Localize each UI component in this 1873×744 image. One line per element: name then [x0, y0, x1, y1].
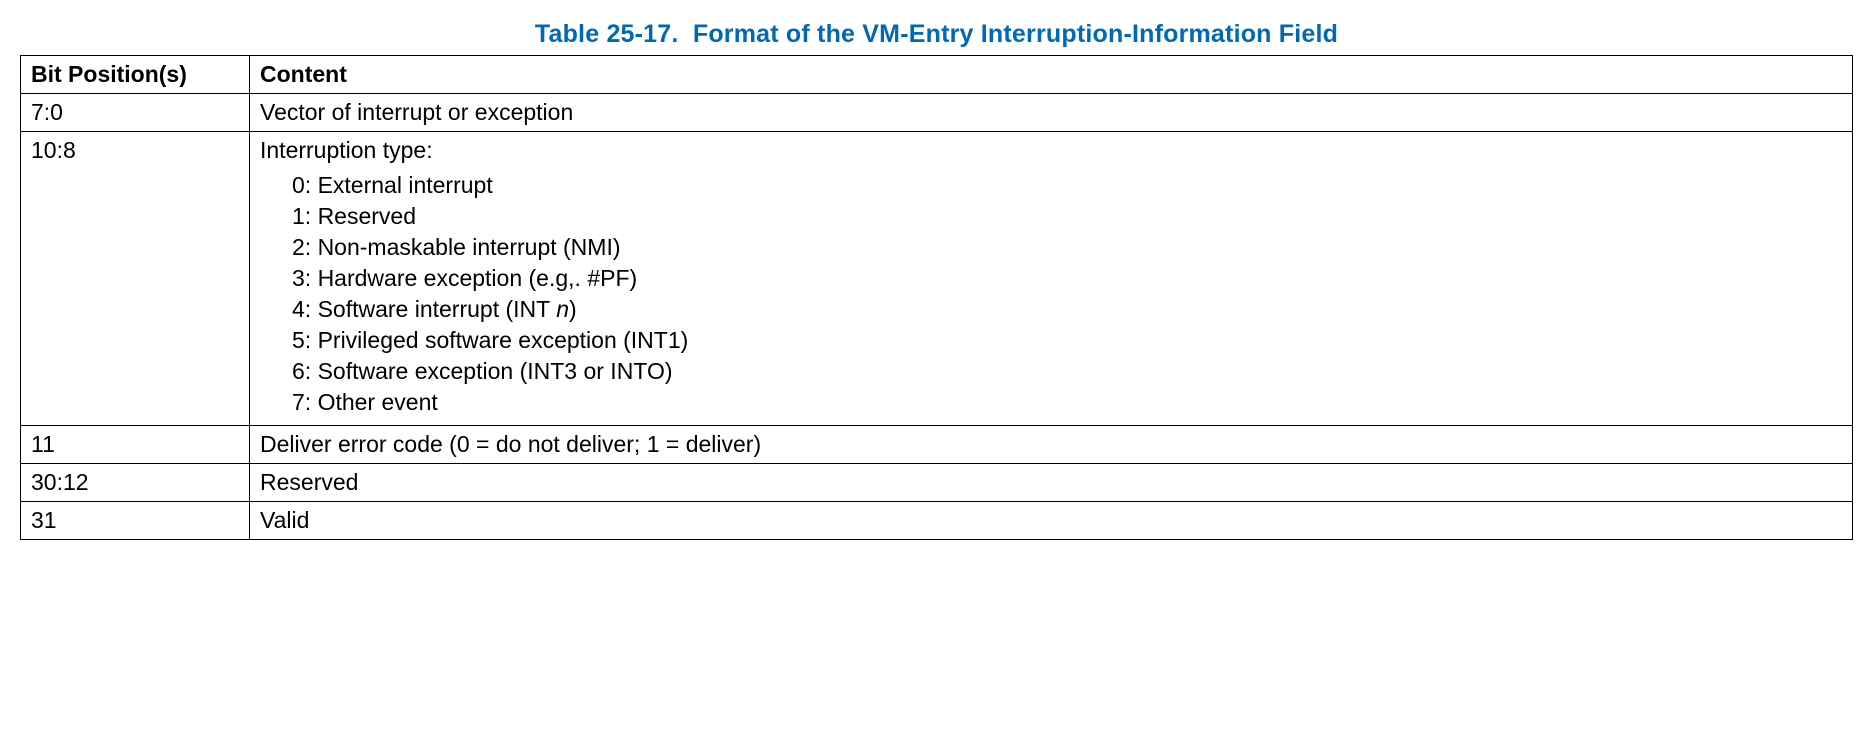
- list-item: 3: Hardware exception (e.g,. #PF): [292, 263, 1842, 294]
- table-row: 31 Valid: [21, 502, 1853, 540]
- bits-cell: 10:8: [21, 132, 250, 426]
- header-row: Bit Position(s) Content: [21, 56, 1853, 94]
- list-item: 1: Reserved: [292, 201, 1842, 232]
- list-item: 6: Software exception (INT3 or INTO): [292, 356, 1842, 387]
- title-text: Format of the VM-Entry Interruption-Info…: [693, 20, 1338, 48]
- list-item: 5: Privileged software exception (INT1): [292, 325, 1842, 356]
- title-prefix: Table 25-17.: [535, 20, 679, 48]
- list-item: 0: External interrupt: [292, 170, 1842, 201]
- bits-cell: 30:12: [21, 464, 250, 502]
- content-cell: Valid: [250, 502, 1853, 540]
- header-bit-positions: Bit Position(s): [21, 56, 250, 94]
- table-row: 10:8 Interruption type: 0: External inte…: [21, 132, 1853, 426]
- bits-cell: 31: [21, 502, 250, 540]
- interruption-type-label: Interruption type:: [260, 137, 433, 163]
- table-row: 30:12 Reserved: [21, 464, 1853, 502]
- bits-cell: 7:0: [21, 94, 250, 132]
- list-item: 4: Software interrupt (INT n): [292, 294, 1842, 325]
- content-cell: Deliver error code (0 = do not deliver; …: [250, 426, 1853, 464]
- list-item: 2: Non-maskable interrupt (NMI): [292, 232, 1842, 263]
- list-item: 7: Other event: [292, 387, 1842, 418]
- bitfield-table: Bit Position(s) Content 7:0 Vector of in…: [20, 55, 1853, 540]
- content-cell: Vector of interrupt or exception: [250, 94, 1853, 132]
- interruption-type-list: 0: External interrupt 1: Reserved 2: Non…: [260, 170, 1842, 418]
- header-content: Content: [250, 56, 1853, 94]
- table-row: 11 Deliver error code (0 = do not delive…: [21, 426, 1853, 464]
- table-row: 7:0 Vector of interrupt or exception: [21, 94, 1853, 132]
- bits-cell: 11: [21, 426, 250, 464]
- content-cell: Interruption type: 0: External interrupt…: [250, 132, 1853, 426]
- table-title: Table 25-17. Format of the VM-Entry Inte…: [20, 20, 1853, 49]
- content-cell: Reserved: [250, 464, 1853, 502]
